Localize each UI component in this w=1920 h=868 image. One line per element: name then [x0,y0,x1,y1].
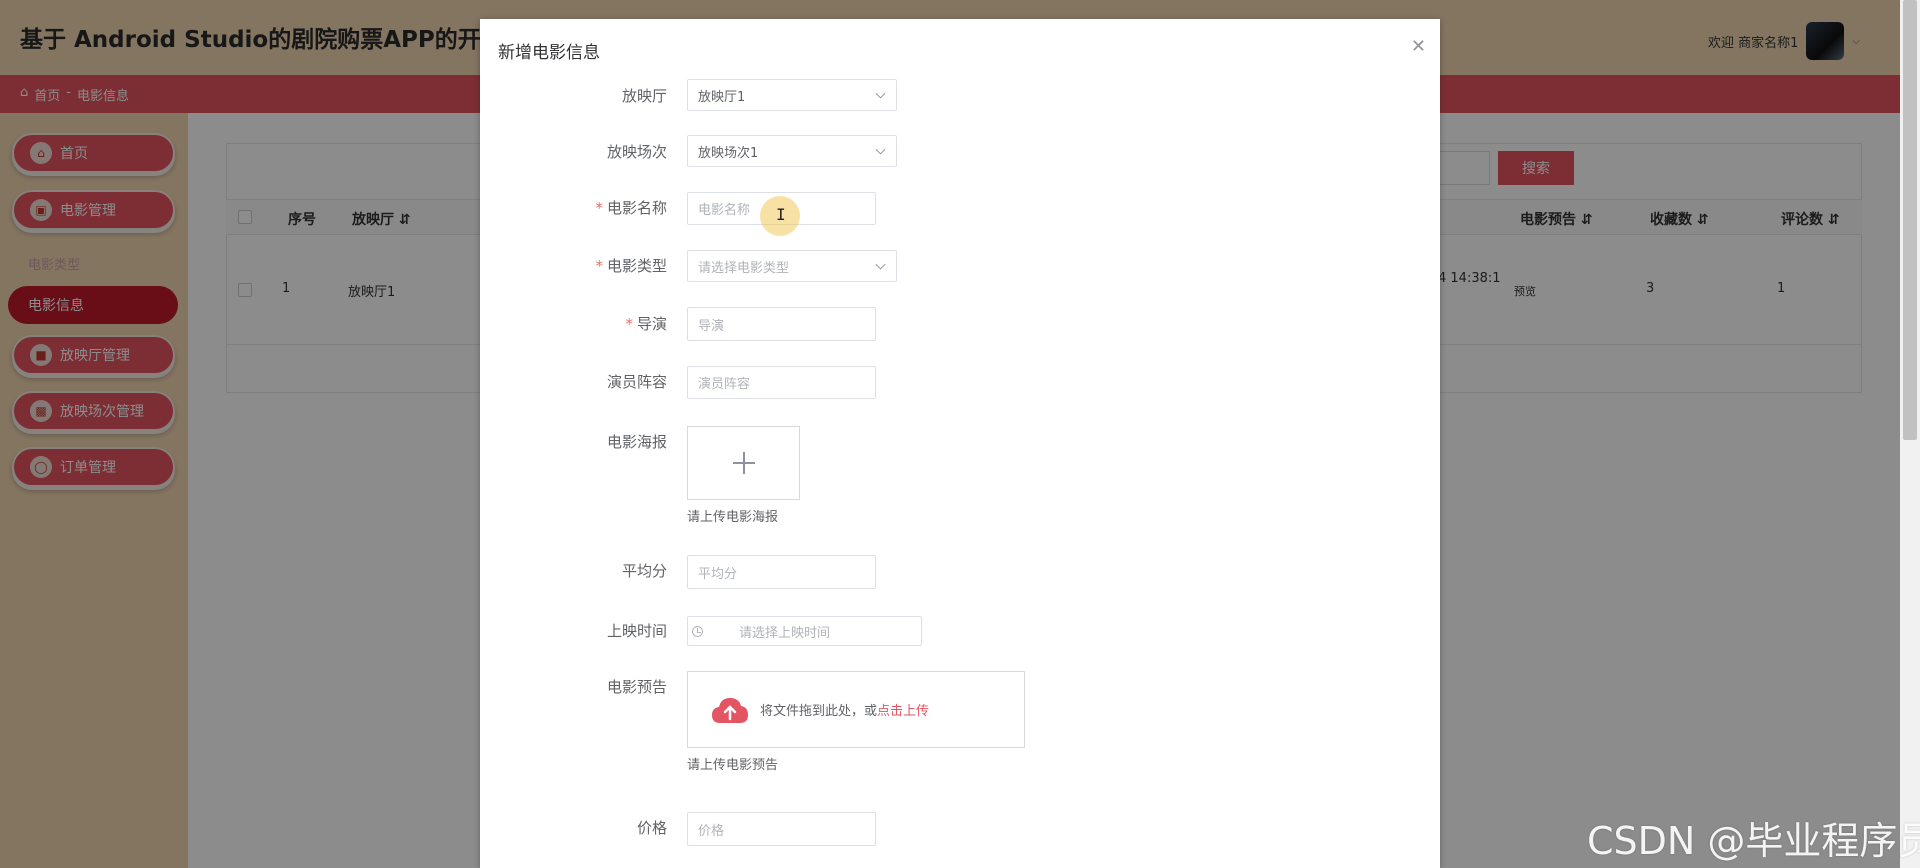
chevron-down-icon [875,144,886,155]
plus-icon [732,452,755,474]
trailer-dropzone[interactable]: 将文件拖到此处，或点击上传 [687,671,1025,748]
hall-select[interactable]: 放映厅1 [687,79,897,111]
poster-uploader[interactable] [687,426,800,500]
score-placeholder: 平均分 [698,566,738,582]
trailer-label: 电影预告 [606,678,667,696]
clock-icon [692,625,703,637]
director-input[interactable]: 导演 [687,307,876,341]
hall-label: 放映厅 [621,87,667,105]
click-upload-link[interactable]: 点击上传 [877,704,929,719]
watermark: CSDN @毕业程序员 [1587,819,1920,863]
score-input[interactable]: 平均分 [687,555,876,589]
movie-name-placeholder: 电影名称 [698,203,751,218]
movie-type-label: * 电影类型 [595,257,667,275]
price-label: 价格 [636,819,667,837]
hall-select-value: 放映厅1 [698,89,746,105]
price-placeholder: 价格 [698,823,725,839]
cast-placeholder: 演员阵容 [698,377,751,392]
cast-label: 演员阵容 [606,373,667,391]
release-time-label: 上映时间 [606,622,667,640]
release-time-picker[interactable]: 请选择上映时间 [687,616,922,646]
session-select[interactable]: 放映场次1 [687,135,897,167]
page-scrollbar-thumb[interactable] [1903,0,1917,440]
poster-label: 电影海报 [606,433,667,451]
poster-hint: 请上传电影海报 [687,510,779,525]
required-mark: * [595,257,603,275]
session-select-value: 放映场次1 [698,145,759,161]
movie-name-label: * 电影名称 [595,199,667,217]
text-cursor-icon: I [776,205,786,224]
price-input[interactable]: 价格 [687,812,876,846]
required-mark: * [595,199,603,217]
director-placeholder: 导演 [698,318,725,334]
chevron-down-icon [875,88,886,99]
score-label: 平均分 [621,562,667,580]
director-label: * 导演 [625,315,667,333]
cloud-upload-icon [710,695,750,725]
session-label: 放映场次 [606,143,667,161]
movie-type-select[interactable]: 请选择电影类型 [687,250,897,282]
movie-type-placeholder: 请选择电影类型 [698,260,790,276]
chevron-down-icon [875,259,886,270]
release-time-placeholder: 请选择上映时间 [739,625,831,641]
cast-input[interactable]: 演员阵容 [687,366,876,399]
add-movie-dialog: 新增电影信息 ✕ 放映厅 放映厅1 放映场次 放映场次1 * 电影名称 电影名称 … [480,19,1440,868]
trailer-hint: 请上传电影预告 [687,758,779,773]
close-icon[interactable]: ✕ [1411,36,1426,57]
dialog-title: 新增电影信息 [498,43,600,63]
dropzone-text: 将文件拖到此处，或点击上传 [760,704,930,719]
required-mark: * [625,315,633,333]
